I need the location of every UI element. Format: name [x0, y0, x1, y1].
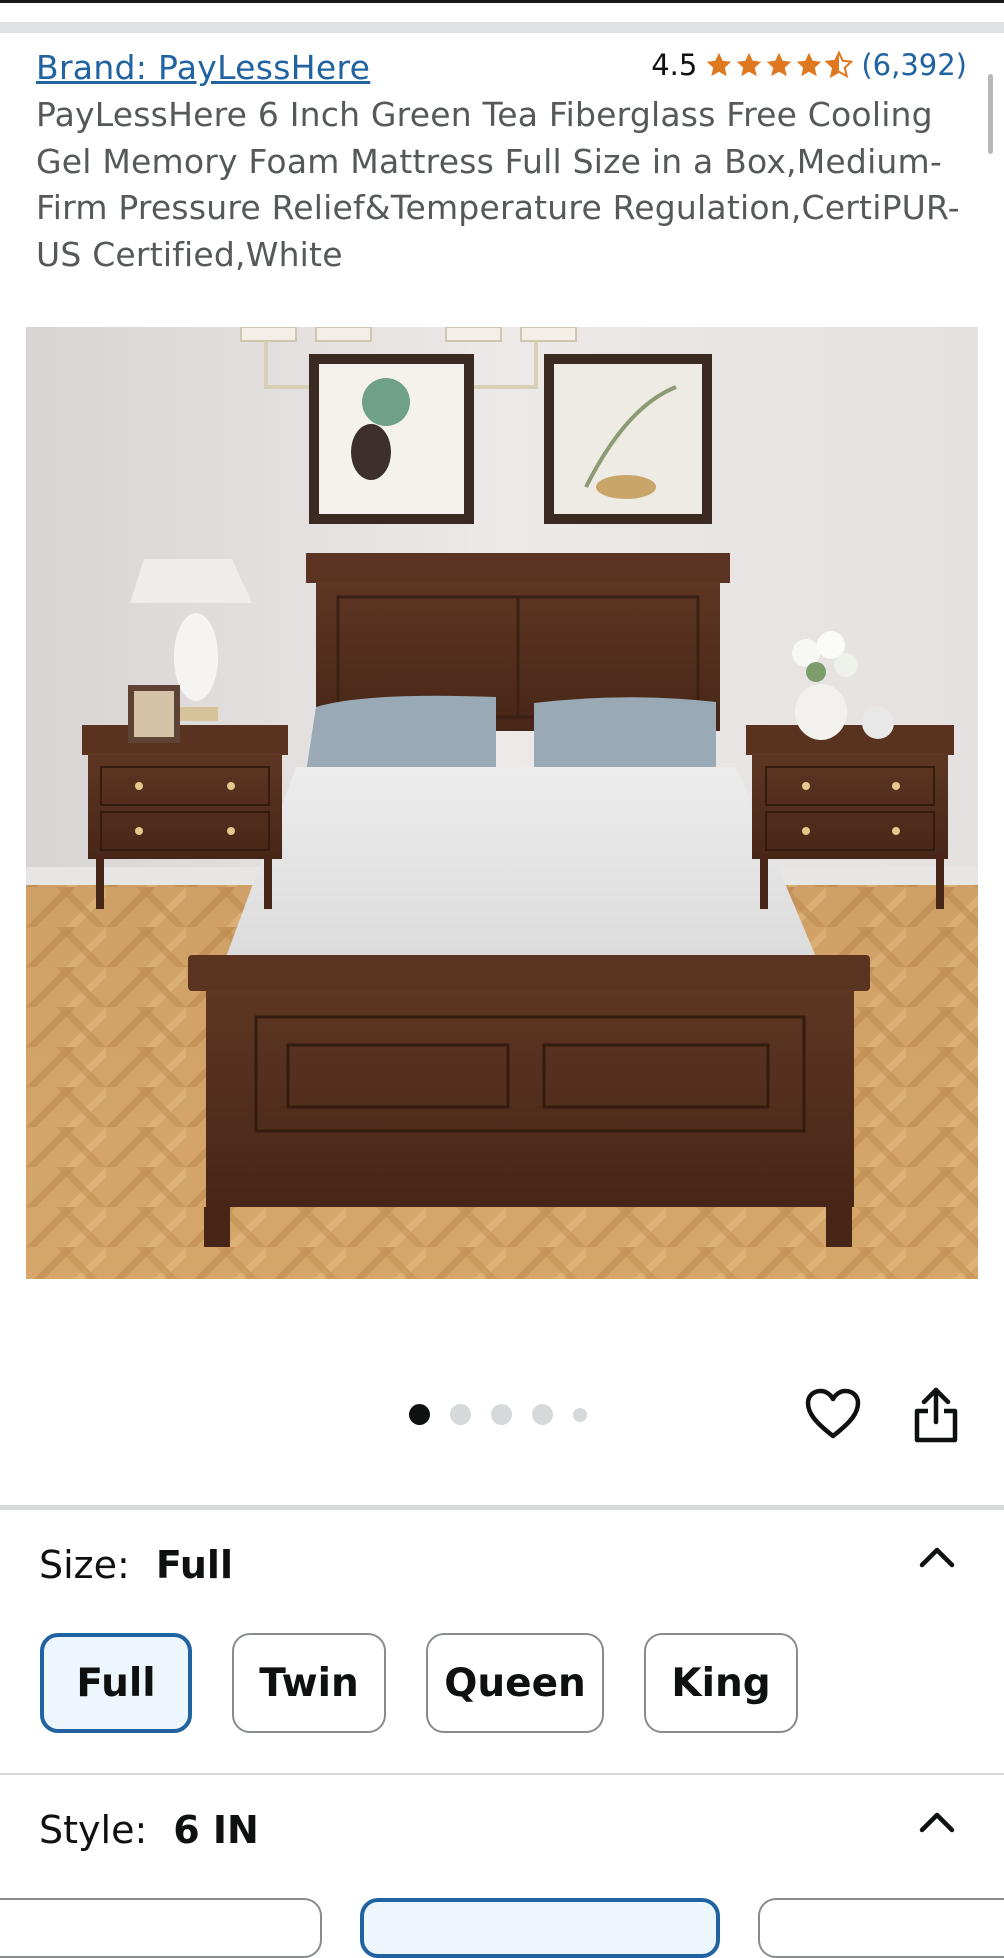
size-option-king[interactable]: King — [644, 1633, 798, 1733]
star-icon — [707, 52, 732, 77]
style-option[interactable] — [758, 1898, 1004, 1958]
section-divider — [0, 1773, 1004, 1775]
style-selector-header: Style: 6 IN — [39, 1808, 259, 1852]
product-photo — [26, 327, 978, 1279]
style-option[interactable] — [0, 1898, 322, 1958]
size-selected-value: Full — [155, 1543, 233, 1587]
size-options: Full Twin Queen King — [40, 1633, 798, 1733]
star-icon — [767, 52, 792, 77]
star-icon — [737, 52, 762, 77]
top-divider — [0, 0, 1004, 3]
image-carousel-indicator[interactable] — [409, 1404, 587, 1425]
rating-stars — [705, 51, 854, 79]
chevron-up-icon[interactable] — [918, 1545, 956, 1569]
half-star-icon — [825, 51, 854, 79]
rating-count-link[interactable]: (6,392) — [861, 48, 967, 82]
scrollbar-thumb[interactable] — [988, 74, 993, 154]
carousel-dot[interactable] — [450, 1404, 471, 1425]
star-icon — [797, 52, 822, 77]
section-divider — [0, 1505, 1004, 1510]
product-title: PayLessHere 6 Inch Green Tea Fiberglass … — [36, 95, 960, 274]
chevron-up-icon[interactable] — [918, 1810, 956, 1834]
brand-link[interactable]: Brand: PayLessHere — [36, 48, 370, 87]
size-label: Size: — [39, 1543, 130, 1587]
style-option-selected[interactable] — [360, 1898, 720, 1958]
style-label: Style: — [39, 1808, 148, 1852]
size-option-queen[interactable]: Queen — [426, 1633, 604, 1733]
section-band — [0, 22, 1004, 33]
style-selected-value: 6 IN — [173, 1808, 259, 1852]
product-image[interactable] — [26, 327, 978, 1279]
heart-icon[interactable] — [805, 1388, 861, 1440]
size-option-twin[interactable]: Twin — [232, 1633, 386, 1733]
rating-value: 4.5 — [651, 48, 698, 82]
carousel-dot[interactable] — [491, 1404, 512, 1425]
rating-summary[interactable]: 4.5 (6,392) — [651, 48, 967, 82]
carousel-dot[interactable] — [409, 1404, 430, 1425]
size-option-full[interactable]: Full — [40, 1633, 192, 1733]
size-selector-header: Size: Full — [39, 1543, 233, 1587]
carousel-dot[interactable] — [532, 1404, 553, 1425]
share-icon[interactable] — [912, 1386, 960, 1444]
carousel-dot[interactable] — [573, 1407, 587, 1422]
